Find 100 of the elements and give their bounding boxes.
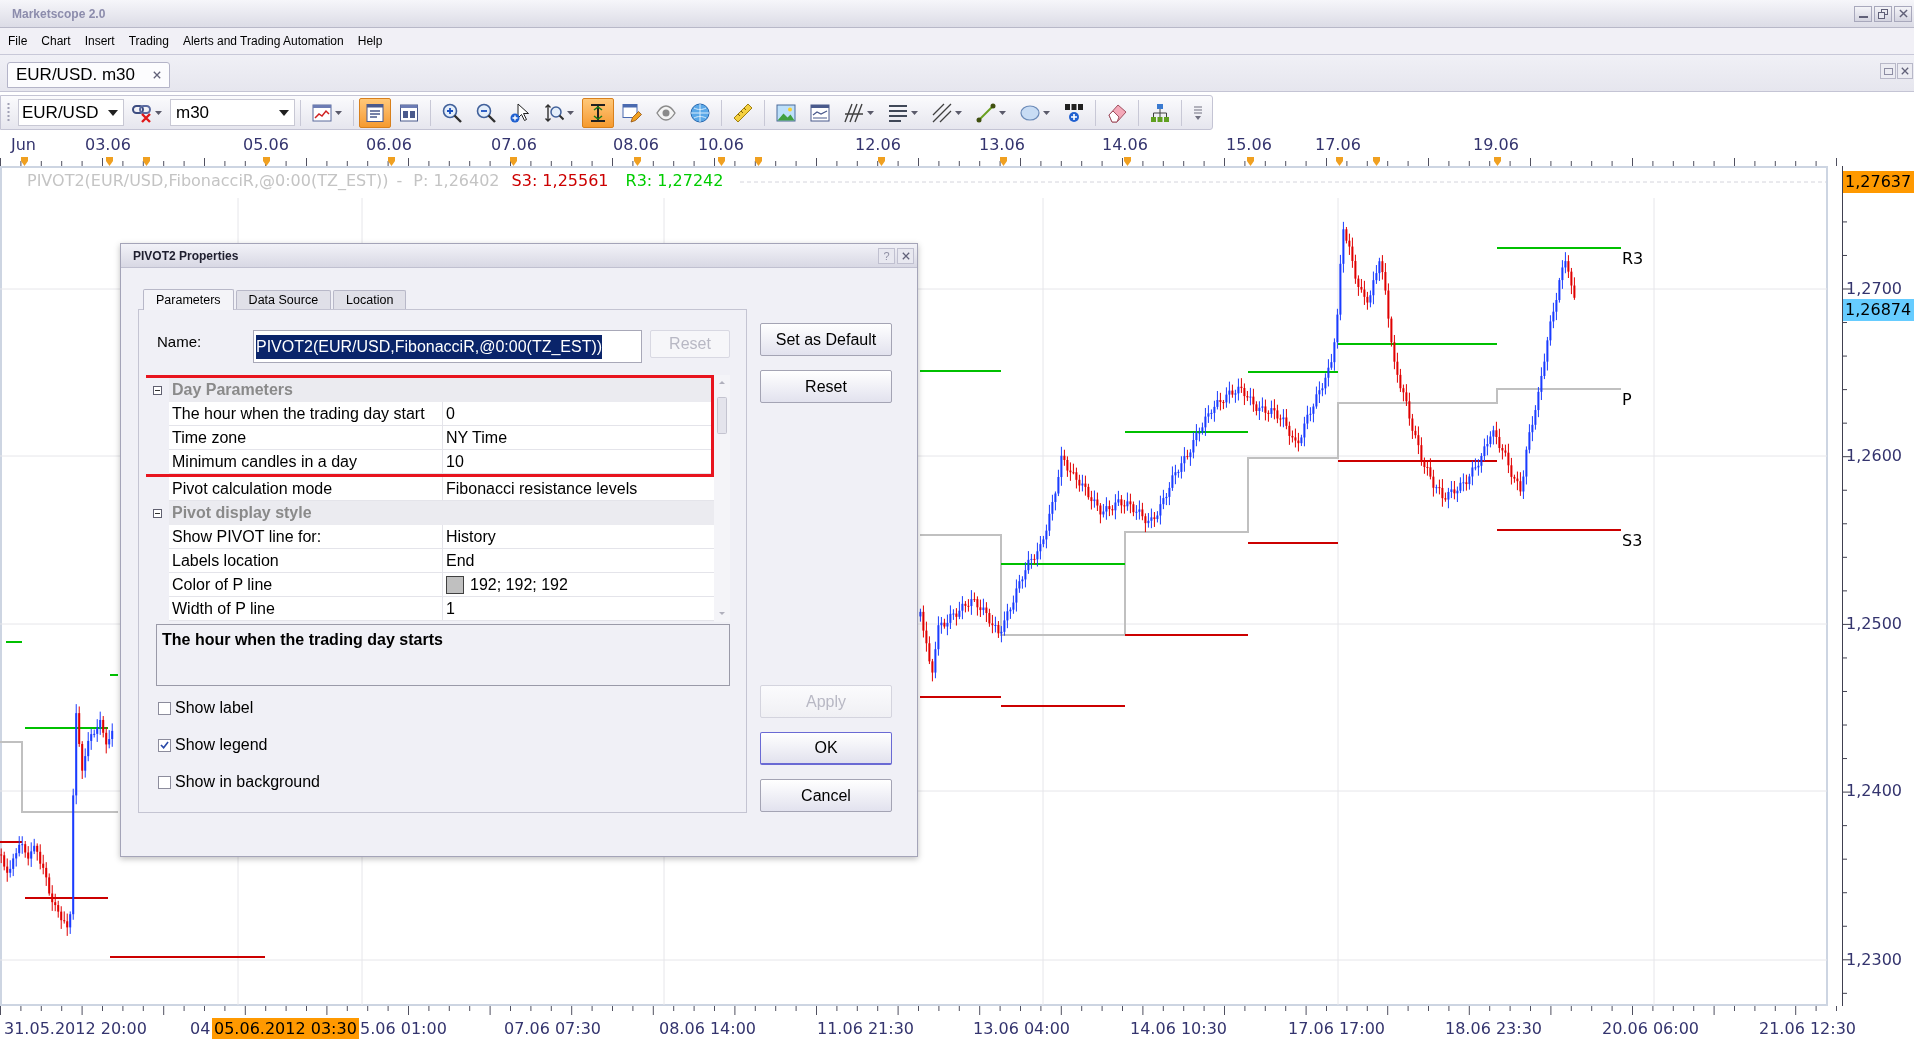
close-icon: [1898, 9, 1908, 18]
marker-icon: [106, 157, 113, 166]
ok-button[interactable]: OK: [760, 732, 892, 765]
close-icon: [153, 71, 162, 79]
checkbox[interactable]: [158, 775, 171, 789]
checkbox-label[interactable]: Show label: [175, 696, 254, 720]
marker-icon: [510, 157, 517, 166]
collapse-icon[interactable]: [153, 385, 162, 395]
checkbox-label[interactable]: Show in background: [175, 770, 320, 794]
marker-icon: [1124, 157, 1131, 166]
time-label: 11.06 21:30: [817, 1020, 914, 1038]
caret-icon: [108, 109, 118, 116]
marker-icon: [878, 157, 885, 166]
minimize-button[interactable]: [1854, 5, 1872, 22]
close-button[interactable]: [1897, 63, 1913, 79]
property-value[interactable]: History: [443, 525, 714, 549]
color-swatch-icon[interactable]: [446, 575, 464, 594]
eye-icon: [656, 102, 676, 123]
caret-icon: [335, 110, 342, 115]
timeframe-dropdown[interactable]: m30: [170, 99, 295, 126]
overflow-icon: [1193, 104, 1203, 121]
close-icon: [1901, 67, 1909, 75]
menu-item[interactable]: Chart: [37, 32, 75, 50]
window-lines-button[interactable]: [359, 97, 391, 128]
document-tab[interactable]: EUR/USD. m30: [7, 62, 171, 88]
property-value[interactable]: NY Time: [443, 426, 711, 450]
date-label: 05.06: [243, 136, 289, 154]
dialog-tab[interactable]: Location: [333, 290, 407, 309]
time-label: 18.06 23:30: [1445, 1020, 1542, 1038]
date-label: 14.06: [1102, 136, 1148, 154]
price-label: 1,2500: [1846, 615, 1902, 633]
time-label: 13.06 04:00: [973, 1020, 1070, 1038]
checkbox-label[interactable]: Show legend: [175, 733, 268, 757]
legend-text: PIVOT2(EUR/USD,FibonacciR,@0:00(TZ_EST)): [27, 172, 389, 190]
marker-icon: [1373, 157, 1380, 166]
property-name: Minimum candles in a day: [169, 450, 443, 474]
zoom-out-icon: [476, 102, 496, 123]
date-label: 03.06: [85, 136, 131, 154]
window-blocks-icon: [399, 102, 419, 123]
property-value[interactable]: Fibonacci resistance levels: [443, 477, 714, 501]
marker-icon: [1000, 157, 1007, 166]
level-label: R3: [1622, 250, 1644, 268]
collapse-icon[interactable]: [153, 508, 162, 518]
restore-button[interactable]: [1874, 5, 1892, 22]
dialog-tab[interactable]: Parameters: [143, 289, 234, 310]
minimize-icon: [1858, 15, 1868, 18]
checkmark-icon: [160, 741, 169, 749]
menu-item[interactable]: File: [4, 32, 32, 50]
ruler-icon: [733, 102, 753, 123]
cancel-button[interactable]: Cancel: [760, 779, 892, 812]
maximize-button[interactable]: [1880, 63, 1896, 79]
caret-icon: [567, 110, 574, 115]
menu-item[interactable]: Help: [353, 32, 387, 50]
marker-icon: [718, 157, 725, 166]
date-label: 13.06: [979, 136, 1025, 154]
caret-icon: [955, 110, 962, 115]
dialog-title: PIVOT2 Properties: [133, 247, 239, 265]
dialog-tab[interactable]: Data Source: [235, 290, 332, 309]
grip-icon[interactable]: [7, 102, 10, 123]
menu-item[interactable]: Alerts and Trading Automation: [178, 32, 348, 50]
vertical-range-button[interactable]: [582, 97, 614, 128]
marker-icon: [1247, 157, 1254, 166]
caret-icon: [279, 109, 289, 116]
blocks-plus-icon: [1064, 102, 1084, 123]
reset-button[interactable]: Reset: [760, 370, 892, 403]
zoom-in-icon: [442, 102, 462, 123]
time-label: 08.06 14:00: [659, 1020, 756, 1038]
caret-icon: [1043, 110, 1050, 115]
property-name: The hour when the trading day start: [169, 402, 443, 426]
name-field[interactable]: PIVOT2(EUR/USD,FibonacciR,@0:00(TZ_EST)): [253, 330, 642, 363]
price-label: 1,2400: [1846, 782, 1902, 800]
property-value[interactable]: End: [443, 549, 714, 573]
window-lines-icon: [365, 102, 385, 123]
date-label: 06.06: [366, 136, 412, 154]
menu-item[interactable]: Insert: [80, 32, 119, 50]
marker-icon: [143, 157, 150, 166]
property-name: Time zone: [169, 426, 443, 450]
menu-item[interactable]: Trading: [124, 32, 173, 50]
date-label: 07.06: [491, 136, 537, 154]
date-label: Jun: [11, 136, 36, 154]
property-value[interactable]: 10: [443, 450, 711, 474]
property-value[interactable]: 1: [443, 597, 714, 621]
lines-icon: [888, 102, 908, 123]
date-label: 17.06: [1315, 136, 1361, 154]
pointer-plus-icon: [510, 102, 530, 123]
price-label: 1,2600: [1846, 447, 1902, 465]
checkbox[interactable]: [158, 738, 171, 752]
diagonal-lines-icon: [844, 102, 864, 123]
symbol-dropdown[interactable]: EUR/USD: [18, 99, 124, 126]
close-button[interactable]: [1894, 5, 1912, 22]
date-label: 15.06: [1226, 136, 1272, 154]
time-label: 20.06 06:00: [1602, 1020, 1699, 1038]
close-button[interactable]: [897, 247, 914, 264]
checkbox[interactable]: [158, 701, 171, 715]
property-name: Width of P line: [169, 597, 443, 621]
set-default-button[interactable]: Set as Default: [760, 323, 892, 356]
vertical-zoom-icon: [544, 102, 564, 123]
globe-icon: [690, 102, 710, 123]
time-label: 17.06 17:00: [1288, 1020, 1385, 1038]
property-value[interactable]: 0: [443, 402, 711, 426]
